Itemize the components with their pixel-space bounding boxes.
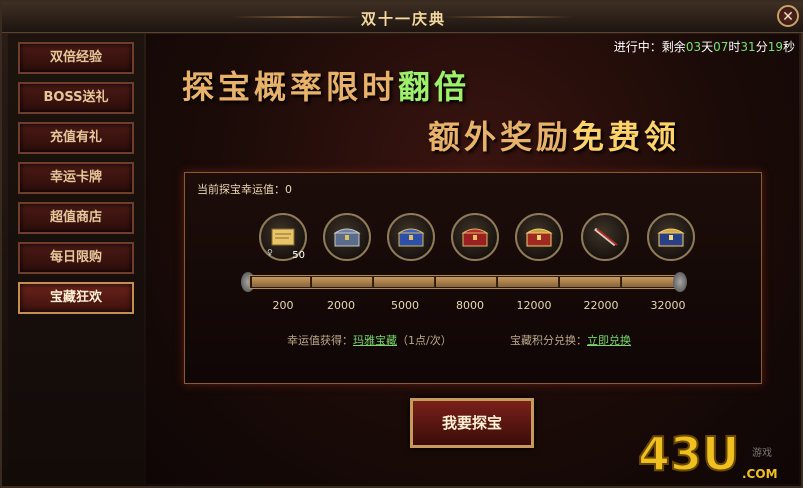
progress-segment [436,277,497,287]
progress-segment [622,277,675,287]
threshold-label: 2000 [327,299,355,312]
red-chest-icon [461,228,489,247]
sidebar-item-lucky-card[interactable]: 幸运卡牌 [18,162,134,194]
slogan-line-1: 探宝概率限时翻倍 [182,68,471,106]
luck-progress-bar [249,275,677,289]
sidebar-item-boss-gift[interactable]: BOSS送礼 [18,82,134,114]
luck-gain-info: 幸运值获得：玛雅宝藏（1点/次） [287,334,452,347]
current-luck-value: 当前探宝幸运值：0 [197,183,292,196]
exchange-info: 宝藏积分兑换：立即兑换 [510,334,631,347]
sidebar-item-recharge-gift[interactable]: 充值有礼 [18,122,134,154]
sidebar-item-daily-limit[interactable]: 每日限购 [18,242,134,274]
threshold-label: 32000 [650,299,686,312]
maya-treasure-link[interactable]: 玛雅宝藏 [353,334,397,347]
close-button[interactable]: ✕ [777,5,799,27]
threshold-label: 5000 [391,299,419,312]
progress-segment [498,277,559,287]
reward-panel: 当前探宝幸运值：0 ♀ 50 200 2000 5000 8000 12000 … [184,172,762,384]
gender-mark: ♀ [267,248,273,257]
event-window: 双十一庆典 ✕ 双倍经验 BOSS送礼 充值有礼 幸运卡牌 超值商店 每日限购 … [0,0,803,488]
threshold-label: 200 [272,299,294,312]
reward-item-3[interactable] [387,213,435,261]
threshold-label: 22000 [583,299,619,312]
slogan-line-2: 额外奖励免费领 [428,118,681,156]
svg-text:43U: 43U [638,427,739,481]
window-title: 双十一庆典 [360,10,446,28]
title-bar: 双十一庆典 ✕ [2,2,803,33]
site-watermark-logo: 43U .COM 游戏 [637,426,778,482]
reward-item-5[interactable] [515,213,563,261]
red-gold-chest-icon [525,228,553,247]
progress-bar-right-cap [673,272,687,292]
progress-segment [374,277,435,287]
crossed-sticks-icon [594,227,618,247]
progress-segment [252,277,311,287]
exchange-now-link[interactable]: 立即兑换 [587,334,631,347]
sidebar-item-treasure-carnival[interactable]: 宝藏狂欢 [18,282,134,314]
blue-chest-icon [397,228,425,247]
reward-item-1[interactable]: ♀ 50 [259,213,307,261]
start-treasure-button[interactable]: 我要探宝 [410,398,534,448]
silver-chest-icon [333,228,361,247]
sidebar: 双倍经验 BOSS送礼 充值有礼 幸运卡牌 超值商店 每日限购 宝藏狂欢 [8,34,144,484]
sidebar-item-value-shop[interactable]: 超值商店 [18,202,134,234]
reward-item-2[interactable] [323,213,371,261]
reward-item-4[interactable] [451,213,499,261]
sidebar-item-double-exp[interactable]: 双倍经验 [18,42,134,74]
main-content: 进行中：剩余03天07时31分19秒 探宝概率限时翻倍 额外奖励免费领 当前探宝… [146,34,799,484]
scroll-reward-icon [271,228,295,246]
threshold-label: 8000 [456,299,484,312]
gold-chest-icon [657,228,685,247]
reward-item-6[interactable] [581,213,629,261]
countdown-timer: 进行中：剩余03天07时31分19秒 [613,40,795,54]
progress-segment [560,277,621,287]
threshold-label: 12000 [516,299,552,312]
item-quantity: 50 [292,250,305,261]
svg-text:游戏: 游戏 [752,446,772,459]
svg-text:.COM: .COM [742,467,778,481]
reward-item-7[interactable] [647,213,695,261]
progress-segment [312,277,373,287]
